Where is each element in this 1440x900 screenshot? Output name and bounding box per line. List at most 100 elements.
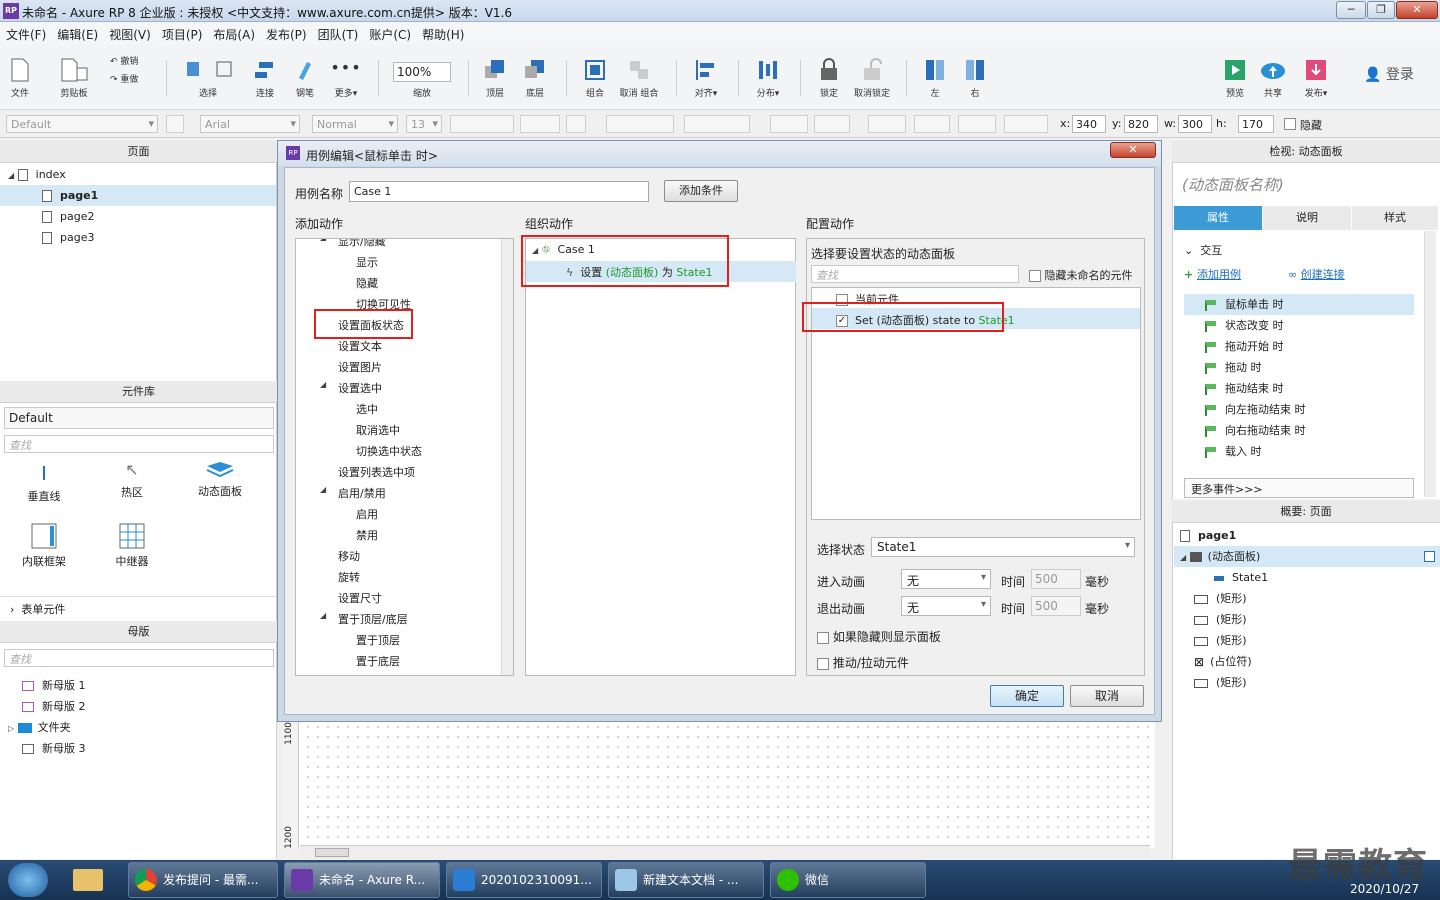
action-item[interactable]: 隐藏 [356,275,378,291]
action-item[interactable]: 启用 [356,506,378,522]
task-wechat[interactable]: 微信 [770,862,926,898]
show-if-hidden-option[interactable]: 如果隐藏则显示面板 [817,628,941,645]
push-pull-checkbox[interactable] [817,657,829,670]
arrow-style-button[interactable] [1004,115,1048,133]
scrollbar-thumb[interactable] [315,848,349,857]
action-item[interactable]: 切换选中状态 [356,443,422,459]
page-item-page1[interactable]: page1 [0,185,276,206]
action-item[interactable]: 设置列表选中项 [338,464,415,480]
action-item[interactable]: 取消选中 [356,422,400,438]
action-item[interactable]: 选中 [356,401,378,417]
action-tree-scrollbar[interactable] [501,239,513,675]
outline-placeholder[interactable]: ⊠ (占位符) [1194,651,1252,672]
exit-anim-dropdown[interactable]: 无 [901,596,991,616]
library-search[interactable]: 查找 [4,435,274,453]
action-item[interactable]: 设置文本 [338,338,382,354]
action-item[interactable]: ◢ 启用/禁用 [320,485,386,501]
page-item-page3[interactable]: page3 [42,227,94,248]
list-button[interactable] [566,115,586,133]
push-pull-option[interactable]: 推动/拉动元件 [817,654,909,671]
interaction-section[interactable]: ⌄ 交互 [1184,242,1222,258]
masters-search[interactable]: 查找 [4,649,274,667]
menu-team[interactable]: 团队(T) [312,22,364,43]
enter-time-input[interactable]: 500 [1031,569,1081,589]
panel-name-input[interactable]: (动态面板名称) [1182,174,1284,195]
master-item-1[interactable]: 新母版 1 [22,675,86,696]
outline-state[interactable]: State1 [1214,567,1268,588]
menu-publish[interactable]: 发布(P) [260,22,312,43]
inspector-scrollbar[interactable] [1424,231,1436,497]
send-to-back-button[interactable]: 底层 [520,58,550,99]
text-align-buttons[interactable] [606,115,674,133]
menu-account[interactable]: 账户(C) [363,22,416,43]
action-item[interactable]: 移动 [338,548,360,564]
menu-help[interactable]: 帮助(H) [416,22,469,43]
hide-unnamed-option[interactable]: 隐藏未命名的元件 [1029,267,1133,283]
weight-select[interactable]: Normal [312,115,398,133]
menu-project[interactable]: 项目(P) [156,22,208,43]
login-button[interactable]: 👤 登录 [1364,64,1414,84]
unlock-button[interactable]: 取消锁定 [850,58,894,99]
dialog-close-button[interactable]: ✕ [1110,142,1156,158]
minimize-button[interactable]: ─ [1336,1,1366,19]
task-browser[interactable]: 发布提问 - 最需... [128,862,278,898]
bring-to-front-button[interactable]: 顶层 [480,58,510,99]
master-item-3[interactable]: 新母版 3 [22,738,86,759]
configure-search[interactable]: 查找 [811,265,1019,283]
size-select[interactable]: 13 [406,115,442,133]
vertical-align-buttons[interactable] [684,115,750,133]
event-load[interactable]: 载入 时 [1205,441,1262,462]
file-button[interactable]: 文件 [6,58,34,99]
form-widgets-section[interactable]: › 表单元件 [0,596,276,616]
event-drag[interactable]: 拖动 时 [1205,357,1262,378]
task-document[interactable]: 2020102310091... [446,862,602,898]
select-state-dropdown[interactable]: State1 [871,537,1135,557]
tab-style[interactable]: 样式 [1352,206,1438,230]
menu-file[interactable]: 文件(F) [0,22,51,43]
menu-view[interactable]: 视图(V) [103,22,156,43]
event-state-change[interactable]: 状态改变 时 [1205,315,1284,336]
select-tool[interactable]: 选择 [178,58,238,99]
redo-button[interactable]: ↷ 重做 [110,72,150,85]
lock-button[interactable]: 锁定 [812,58,846,99]
add-case-link[interactable]: + 添加用例 [1184,266,1241,282]
outline-rect-3[interactable]: (矩形) [1194,630,1247,651]
widget-dynamic-panel[interactable]: 动态面板 [192,460,248,499]
enter-anim-dropdown[interactable]: 无 [901,569,991,589]
h-input[interactable]: 170 [1238,115,1274,133]
master-item-2[interactable]: 新母版 2 [22,696,86,717]
connect-tool[interactable]: 连接 [250,58,280,99]
undo-button[interactable]: ↶ 撤销 [110,54,150,67]
library-select[interactable]: Default [4,407,274,429]
event-drag-end[interactable]: 拖动结束 时 [1205,378,1284,399]
event-swipe-left[interactable]: 向左拖动结束 时 [1205,399,1306,420]
action-item[interactable]: 设置尺寸 [338,590,382,606]
create-link-link[interactable]: ∞ 创建连接 [1288,266,1345,282]
fill-color-button[interactable] [770,115,808,133]
ok-button[interactable]: 确定 [990,685,1064,707]
shadow-button[interactable] [814,115,850,133]
publish-button[interactable]: 发布▾ [1296,58,1336,99]
task-notepad[interactable]: 新建文本文档 - ... [608,862,764,898]
task-axure[interactable]: 未命名 - Axure R... [284,862,440,898]
w-input[interactable]: 300 [1178,115,1212,133]
outline-rect-1[interactable]: (矩形) [1194,588,1247,609]
y-input[interactable]: 820 [1124,115,1158,133]
action-item[interactable]: ◢显示/隐藏 [320,239,386,249]
align-button[interactable]: 对齐▾ [688,58,724,99]
action-item[interactable]: 旋转 [338,569,360,585]
start-button[interactable] [8,863,48,897]
more-tools[interactable]: ••• 更多▾ [328,58,364,99]
widget-hotspot[interactable]: ↖ 热区 [110,460,154,500]
widget-repeater[interactable]: 中继器 [108,522,156,569]
action-item[interactable]: 设置图片 [338,359,382,375]
hide-checkbox[interactable] [1284,118,1296,130]
action-item[interactable]: 置于底层 [356,653,400,669]
case-name-input[interactable]: Case 1 [349,181,649,202]
clipboard-button[interactable]: 剪贴板 [56,58,92,99]
share-button[interactable]: 共享 [1258,58,1288,99]
action-item[interactable]: 禁用 [356,527,378,543]
pen-tool[interactable]: 钢笔 [290,58,320,99]
page-root[interactable]: ◢ index [8,164,268,185]
event-swipe-right[interactable]: 向右拖动结束 时 [1205,420,1306,441]
